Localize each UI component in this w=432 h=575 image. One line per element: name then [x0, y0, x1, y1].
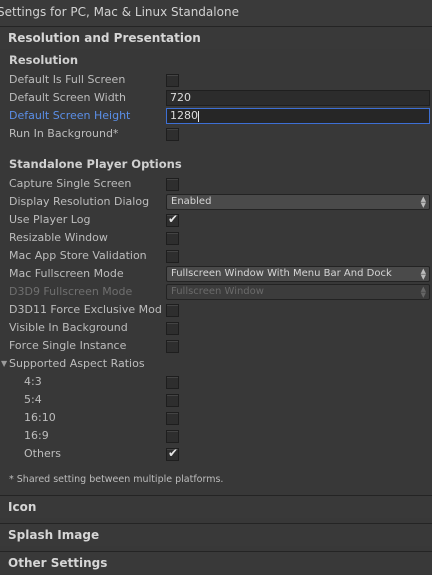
d3d9-fullscreen-mode-value: Fullscreen Window: [171, 286, 264, 297]
display-resolution-dialog-dropdown[interactable]: Enabled ▲ ▼: [166, 194, 430, 210]
run-in-background-checkbox[interactable]: [166, 128, 179, 141]
section-resolution-presentation-label: Resolution and Presentation: [8, 31, 201, 45]
force-single-instance-label: Force Single Instance: [9, 339, 127, 352]
capture-single-screen-checkbox[interactable]: [166, 178, 179, 191]
text-caret: [198, 111, 199, 122]
aspect-16-9-checkbox[interactable]: [166, 430, 179, 443]
mac-fullscreen-mode-value: Fullscreen Window With Menu Bar And Dock: [171, 268, 392, 279]
display-resolution-dialog-label: Display Resolution Dialog: [9, 195, 150, 208]
use-player-log-checkbox[interactable]: ✔: [166, 212, 179, 227]
default-screen-width-field[interactable]: 720: [166, 90, 430, 106]
d3d9-fullscreen-mode-dropdown: Fullscreen Window ▲ ▼: [166, 284, 430, 300]
resizable-window-label: Resizable Window: [9, 231, 108, 244]
window-titlebar: Settings for PC, Mac & Linux Standalone: [0, 0, 432, 26]
mac-app-store-validation-checkbox[interactable]: [166, 250, 179, 263]
section-splash-image-label: Splash Image: [8, 528, 100, 542]
aspect-5-4-checkbox[interactable]: [166, 394, 179, 407]
shared-setting-footnote: * Shared setting between multiple platfo…: [9, 474, 224, 485]
aspect-4-3-checkbox[interactable]: [166, 376, 179, 389]
aspect-16-10-checkbox[interactable]: [166, 412, 179, 425]
default-full-screen-label: Default Is Full Screen: [9, 73, 126, 86]
mac-fullscreen-mode-label: Mac Fullscreen Mode: [9, 267, 124, 280]
supported-aspect-ratios-label[interactable]: Supported Aspect Ratios: [9, 357, 145, 370]
resolution-heading: Resolution: [9, 53, 79, 67]
visible-in-background-label: Visible In Background: [9, 321, 128, 334]
run-in-background-label: Run In Background*: [9, 127, 119, 140]
dropdown-arrow-icon: ▲ ▼: [420, 267, 426, 281]
aspect-others-checkbox[interactable]: ✔: [166, 446, 179, 461]
default-screen-height-value: 1280: [170, 109, 198, 122]
section-other-settings[interactable]: Other Settings: [0, 551, 432, 574]
section-resolution-presentation[interactable]: Resolution and Presentation: [0, 26, 432, 49]
default-screen-width-label: Default Screen Width: [9, 91, 126, 104]
aspect-4-3-label: 4:3: [24, 375, 42, 388]
d3d11-force-exclusive-checkbox[interactable]: [166, 304, 179, 317]
aspect-others-label: Others: [24, 447, 61, 460]
dropdown-arrow-icon: ▲ ▼: [420, 285, 426, 299]
mac-fullscreen-mode-dropdown[interactable]: Fullscreen Window With Menu Bar And Dock…: [166, 266, 430, 282]
resizable-window-checkbox[interactable]: [166, 232, 179, 245]
d3d9-fullscreen-mode-label: D3D9 Fullscreen Mode: [9, 285, 133, 298]
use-player-log-label: Use Player Log: [9, 213, 91, 226]
mac-app-store-validation-label: Mac App Store Validation: [9, 249, 147, 262]
section-icon-label: Icon: [8, 500, 37, 514]
aspect-16-10-label: 16:10: [24, 411, 56, 424]
check-icon: ✔: [168, 212, 179, 226]
check-icon: ✔: [168, 446, 179, 460]
d3d11-force-exclusive-label: D3D11 Force Exclusive Mod: [9, 303, 162, 316]
capture-single-screen-label: Capture Single Screen: [9, 177, 132, 190]
section-other-settings-label: Other Settings: [8, 556, 108, 570]
dropdown-arrow-icon: ▲ ▼: [420, 195, 426, 209]
section-splash-image[interactable]: Splash Image: [0, 523, 432, 546]
default-screen-width-value: 720: [170, 91, 191, 104]
aspect-16-9-label: 16:9: [24, 429, 49, 442]
visible-in-background-checkbox[interactable]: [166, 322, 179, 335]
default-screen-height-label: Default Screen Height: [9, 109, 131, 122]
standalone-options-heading: Standalone Player Options: [9, 157, 182, 171]
default-full-screen-checkbox[interactable]: [166, 74, 179, 87]
section-icon[interactable]: Icon: [0, 495, 432, 518]
default-screen-height-field[interactable]: 1280: [166, 108, 430, 124]
display-resolution-dialog-value: Enabled: [171, 196, 212, 207]
foldout-triangle-icon[interactable]: ▼: [1, 359, 7, 368]
aspect-5-4-label: 5:4: [24, 393, 42, 406]
force-single-instance-checkbox[interactable]: [166, 340, 179, 353]
window-title: Settings for PC, Mac & Linux Standalone: [0, 5, 239, 19]
